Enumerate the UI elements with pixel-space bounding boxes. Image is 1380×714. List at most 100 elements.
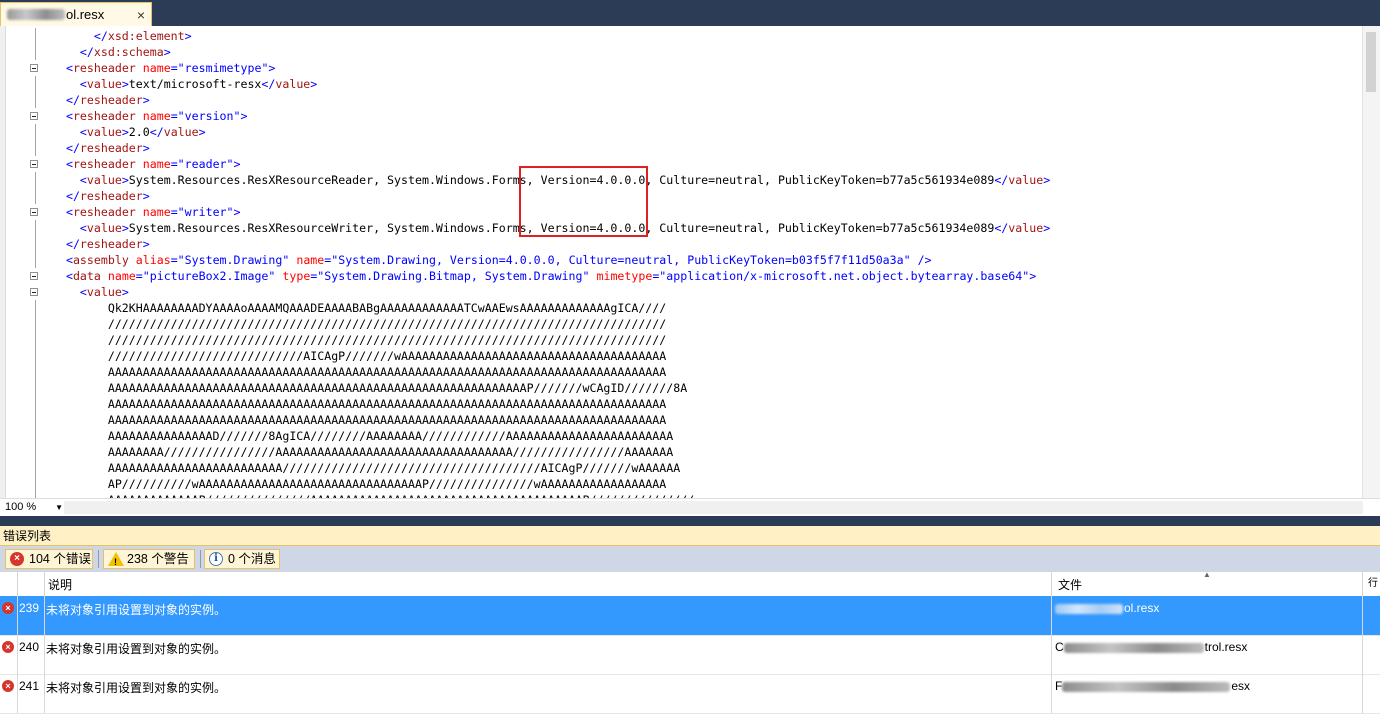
warnings-filter-button[interactable]: ! 238 个警告	[103, 549, 195, 569]
collapse-toggle-icon[interactable]	[30, 112, 38, 120]
code-text: AAAAAAAAAAAAAAAAAAAAAAAAAAAAAAAAAAAAAAAA…	[52, 397, 667, 411]
code-text: </resheader>	[52, 189, 150, 203]
code-text: ////////////////////////////////////////…	[52, 333, 667, 347]
outline-guide	[35, 220, 36, 236]
outline-guide	[35, 188, 36, 204]
vertical-scroll-thumb[interactable]	[1366, 32, 1376, 92]
toolbar-separator	[200, 550, 201, 568]
code-text: <value>2.0</value>	[52, 125, 206, 139]
code-text: AAAAAAAAAAAAAAAAAAAAAAAAAAAAAAAAAAAAAAAA…	[52, 413, 667, 427]
outline-guide	[35, 348, 36, 364]
code-text: <resheader name="writer">	[52, 205, 241, 219]
code-text: <resheader name="version">	[52, 109, 248, 123]
close-icon[interactable]: ×	[137, 7, 145, 23]
warning-icon: !	[108, 552, 124, 567]
column-separator	[44, 572, 45, 596]
vertical-scrollbar[interactable]	[1362, 26, 1380, 498]
collapse-toggle-icon[interactable]	[30, 64, 38, 72]
errors-filter-button[interactable]: × 104 个错误	[5, 549, 93, 569]
toolbar-separator	[98, 550, 99, 568]
error-icon: ×	[2, 641, 14, 653]
outline-guide	[35, 428, 36, 444]
outline-guide	[35, 172, 36, 188]
column-header-file[interactable]: 文件	[1058, 576, 1082, 593]
collapse-toggle-icon[interactable]	[30, 160, 38, 168]
error-icon: ×	[10, 552, 24, 566]
error-file: Ctrol.resx	[1055, 640, 1248, 654]
outline-guide	[35, 28, 36, 44]
code-editor[interactable]: </xsd:element> </xsd:schema> <resheader …	[0, 26, 1380, 498]
code-text: AAAAAAAAAAAAAAAD///////8AgICA////////AAA…	[52, 429, 674, 443]
code-text: ////////////////////////////////////////…	[52, 317, 667, 331]
collapse-toggle-icon[interactable]	[30, 208, 38, 216]
chevron-down-icon[interactable]: ▼	[55, 500, 63, 515]
indicator-margin	[0, 26, 6, 498]
code-text: AP//////////wAAAAAAAAAAAAAAAAAAAAAAAAAAA…	[52, 477, 667, 491]
error-number: 241	[19, 679, 40, 693]
outline-guide	[35, 460, 36, 476]
code-text: AAAAAAAAAAAAAAAAAAAAAAAAAAAAAAAAAAAAAAAA…	[52, 365, 667, 379]
outline-guide	[35, 236, 36, 252]
code-text: </xsd:schema>	[52, 45, 171, 59]
errors-filter-label: 104 个错误	[29, 552, 91, 566]
editor-gutter	[0, 26, 46, 498]
zoom-level: 100 %	[5, 501, 37, 513]
horizontal-scrollbar[interactable]	[64, 501, 1363, 514]
outline-guide	[35, 332, 36, 348]
error-number: 239	[19, 601, 40, 615]
error-icon: ×	[2, 602, 14, 614]
column-header-description[interactable]: 说明	[48, 576, 72, 593]
collapse-toggle-icon[interactable]	[30, 272, 38, 280]
outline-guide	[35, 44, 36, 60]
outline-guide	[35, 124, 36, 140]
blurred-filename-prefix	[7, 9, 65, 20]
error-row[interactable]: × 239 未将对象引用设置到对象的实例。 ol.resx	[0, 596, 1380, 636]
error-description: 未将对象引用设置到对象的实例。	[46, 603, 227, 617]
collapse-toggle-icon[interactable]	[30, 288, 38, 296]
zoom-selector[interactable]: 100 % ▼	[2, 500, 63, 515]
outline-guide	[35, 140, 36, 156]
outline-guide	[35, 300, 36, 316]
panel-splitter[interactable]	[0, 516, 1380, 526]
outline-guide	[35, 252, 36, 268]
code-text: ////////////////////////////AICAgP//////…	[52, 349, 667, 363]
outline-guide	[35, 364, 36, 380]
code-text: AAAAAAAAAAAAAAAAAAAAAAAAAAAAAAAAAAAAAAAA…	[52, 381, 688, 395]
outline-guide	[35, 476, 36, 492]
column-separator	[17, 572, 18, 596]
outline-guide	[35, 92, 36, 108]
messages-filter-button[interactable]: i 0 个消息	[204, 549, 280, 569]
error-row[interactable]: × 240 未将对象引用设置到对象的实例。 Ctrol.resx	[0, 635, 1380, 675]
code-text: <assembly alias="System.Drawing" name="S…	[52, 253, 932, 267]
document-tab[interactable]: ol.resx ×	[0, 2, 152, 26]
outline-guide	[35, 380, 36, 396]
code-text: AAAAAAAAAAAAAAAAAAAAAAAAA///////////////…	[52, 461, 681, 475]
error-number: 240	[19, 640, 40, 654]
error-list-toolbar: × 104 个错误 ! 238 个警告 i 0 个消息	[0, 546, 1380, 572]
version-highlight-box	[519, 166, 648, 237]
error-file: Fesx	[1055, 679, 1251, 693]
outline-guide	[35, 396, 36, 412]
code-text: <value>text/microsoft-resx</value>	[52, 77, 318, 91]
code-text: <resheader name="reader">	[52, 157, 241, 171]
sort-arrow-icon: ▲	[1203, 570, 1211, 579]
column-header-line[interactable]: 行	[1368, 574, 1378, 589]
document-tab-bar: ol.resx ×	[0, 0, 1380, 26]
code-text: </resheader>	[52, 141, 150, 155]
editor-status-bar: 100 % ▼	[0, 498, 1380, 517]
error-file: ol.resx	[1055, 601, 1159, 615]
error-list-panel: 错误列表 × 104 个错误 ! 238 个警告 i 0 个消息 说明 ▲ 文件…	[0, 526, 1380, 714]
outline-guide	[35, 444, 36, 460]
error-description: 未将对象引用设置到对象的实例。	[46, 681, 227, 695]
code-text: </resheader>	[52, 93, 150, 107]
info-icon: i	[209, 552, 223, 566]
code-text: <resheader name="resmimetype">	[52, 61, 276, 75]
code-text: <value>	[52, 285, 129, 299]
error-icon: ×	[2, 680, 14, 692]
error-row[interactable]: × 241 未将对象引用设置到对象的实例。 Fesx	[0, 674, 1380, 714]
code-text: <data name="pictureBox2.Image" type="Sys…	[52, 269, 1037, 283]
code-text: </xsd:element>	[52, 29, 192, 43]
outline-guide	[35, 76, 36, 92]
column-separator	[1051, 572, 1052, 596]
outline-guide	[35, 412, 36, 428]
